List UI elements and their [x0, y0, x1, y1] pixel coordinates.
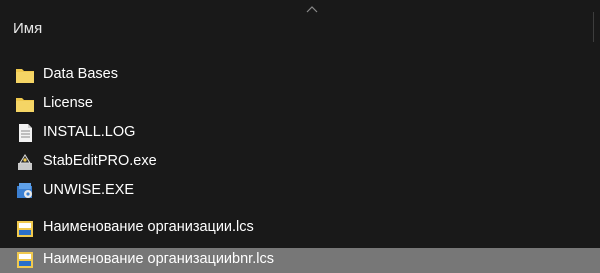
file-explorer: Имя Data Bases License INSTALL.LOG StabE…	[0, 0, 600, 273]
text-file-icon	[19, 124, 32, 142]
file-name: StabEditPRO.exe	[43, 153, 157, 169]
column-header-bar: Имя	[0, 0, 600, 50]
file-row-data-bases[interactable]: Data Bases	[0, 60, 600, 89]
file-row-unwise[interactable]: UNWISE.EXE	[0, 176, 600, 205]
folder-icon	[16, 69, 34, 83]
column-header-name[interactable]: Имя	[13, 20, 42, 37]
lcs-file-icon	[17, 252, 33, 268]
file-name: License	[43, 95, 93, 111]
lcs-file-icon	[17, 221, 33, 237]
file-name: Наименование организации.lcs	[43, 219, 254, 235]
installer-icon	[17, 183, 32, 198]
file-name: INSTALL.LOG	[43, 124, 136, 140]
app-icon	[18, 154, 32, 170]
file-row-lcs-bnr-selected[interactable]: Наименование организацииbnr.lcs	[0, 248, 600, 273]
column-divider[interactable]	[593, 12, 594, 42]
folder-icon	[16, 98, 34, 112]
file-name: Data Bases	[43, 66, 118, 82]
file-name: UNWISE.EXE	[43, 182, 135, 198]
file-row-stabeditpro[interactable]: StabEditPRO.exe	[0, 147, 600, 176]
file-name: Наименование организацииbnr.lcs	[43, 251, 274, 267]
file-row-license[interactable]: License	[0, 89, 600, 118]
file-row-lcs[interactable]: Наименование организации.lcs	[0, 218, 600, 247]
sort-chevron-icon	[306, 6, 318, 13]
file-row-install-log[interactable]: INSTALL.LOG	[0, 118, 600, 147]
